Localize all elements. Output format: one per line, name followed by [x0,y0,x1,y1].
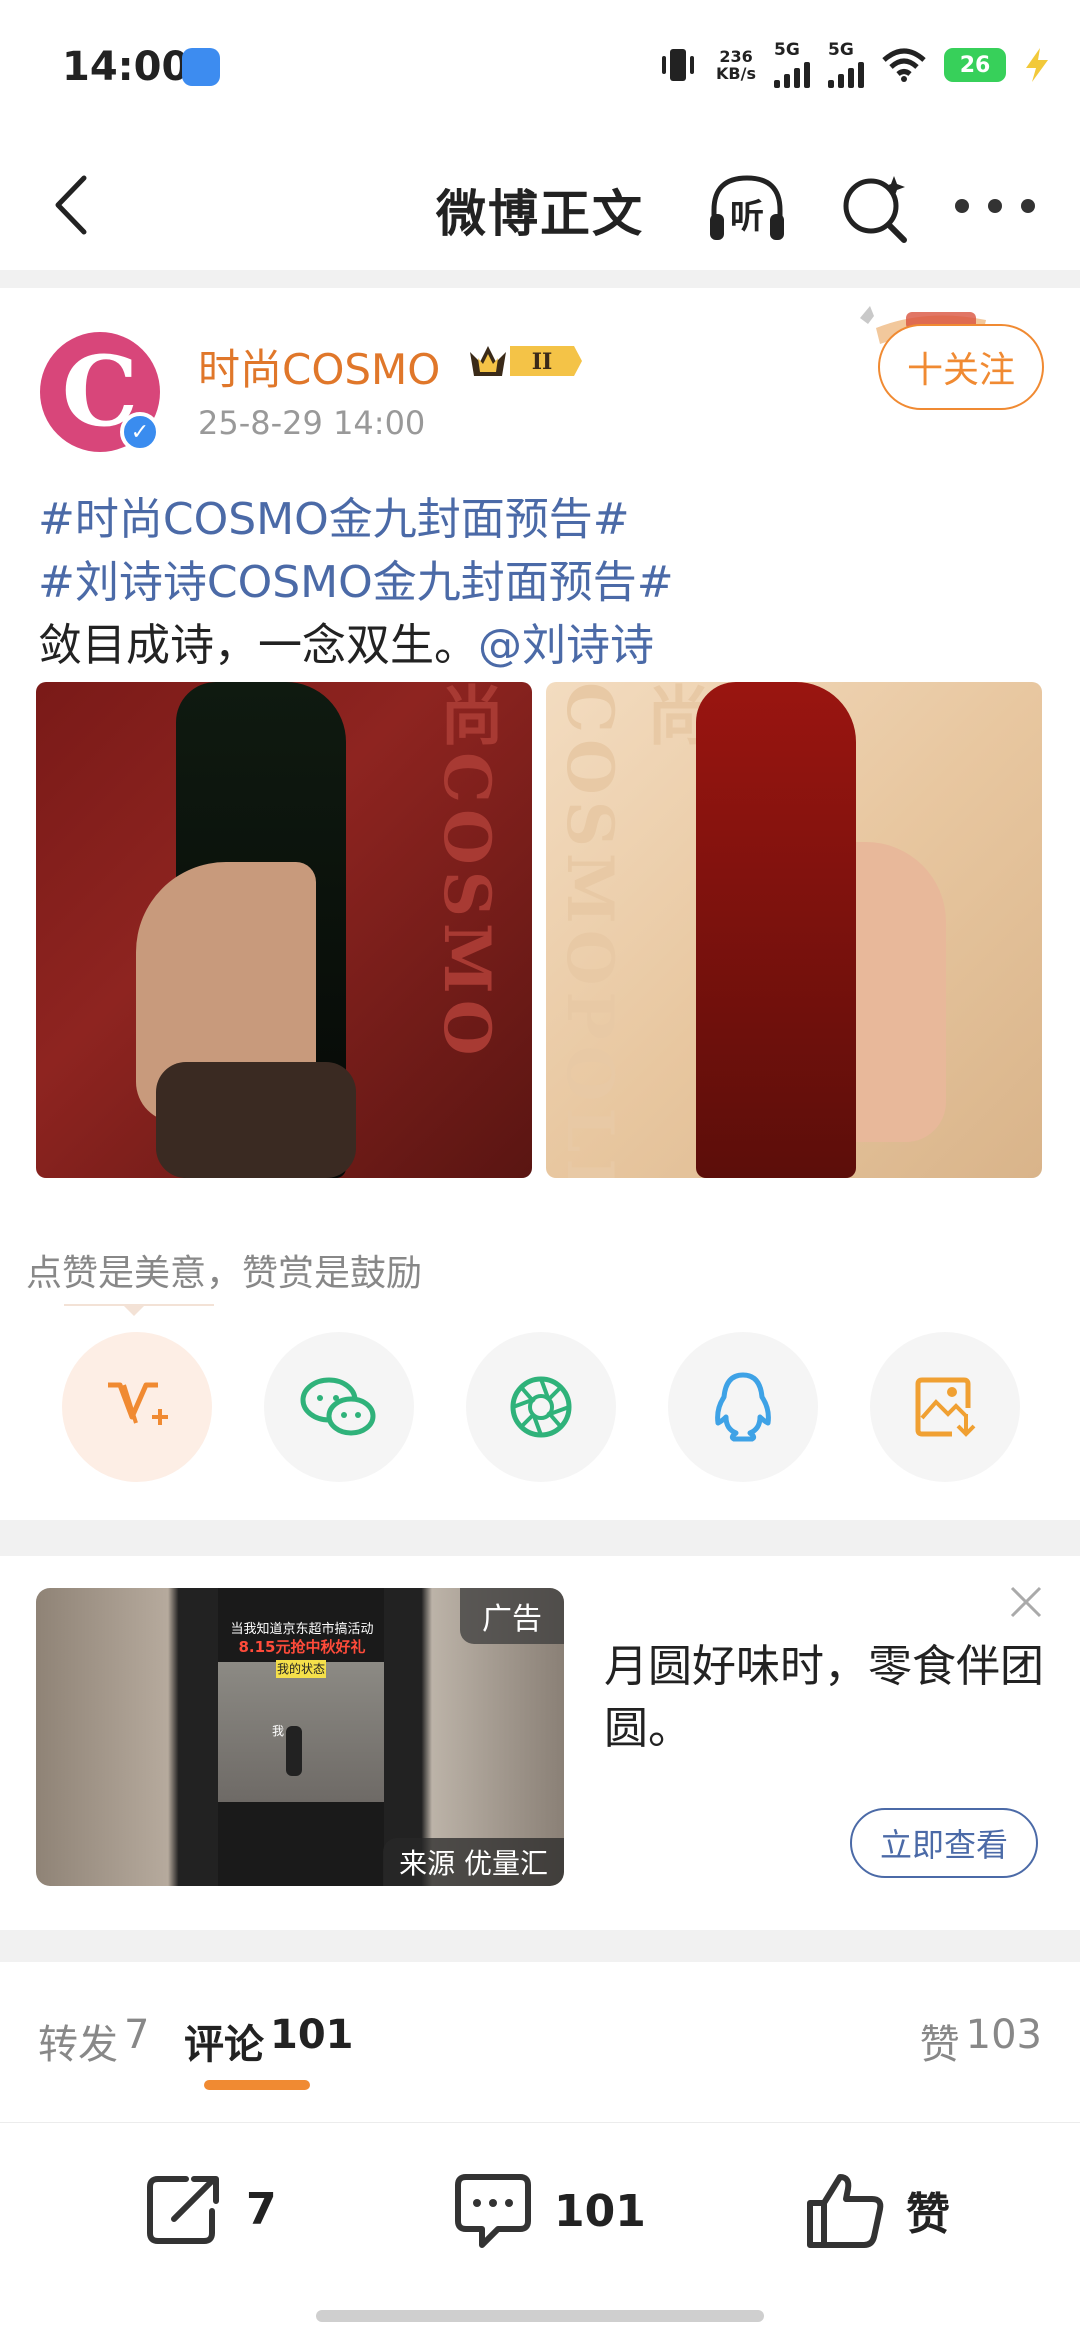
tab-comment-count: 101 [270,2012,354,2058]
search-sparkle-icon [843,176,907,243]
post-image[interactable]: 尚COSMOPOLI [546,682,1042,1178]
tab-repost-count: 7 [124,2012,150,2058]
tab-like-count: 103 [965,2012,1042,2058]
ad-video-person-label: 我 [272,1724,285,1738]
sim2-label: 5G [828,40,854,60]
post-timestamp: 25-8-29 14:00 [198,404,426,442]
divider [0,1930,1080,1962]
qq-penguin-icon [715,1372,771,1442]
ad-title[interactable]: 月圆好味时，零食伴团圆。 [604,1636,1044,1760]
sim1-signal: 5G [774,42,810,88]
like-button[interactable]: 赞 [804,2171,950,2249]
divider [0,270,1080,288]
tab-comment[interactable]: 评论 101 [184,2012,354,2070]
headphones-icon: 听 [710,175,784,240]
ad-card[interactable]: 当我知道京东超市搞活动 8.15元抢中秋好礼 我的状态 我 广告 来源 优量汇 … [0,1556,1080,1930]
image-watermark: 尚COSMO [429,682,504,1062]
tab-like-label: 赞 [919,2022,960,2068]
status-right: 236 KB/s 5G 5G 26 [658,40,1050,90]
divider [0,1520,1080,1556]
like-label: 赞 [906,2189,950,2240]
tab-comment-label: 评论 [184,2022,264,2068]
share-icon [147,2176,219,2244]
hashtag-link[interactable]: #刘诗诗COSMO金九封面预告# [38,557,674,608]
share-wechat-button[interactable] [264,1332,414,1482]
verified-badge-icon: ✓ [120,412,160,452]
ad-video-caption: 8.15元抢中秋好礼 [238,1638,366,1656]
repost-button[interactable]: 7 [144,2171,277,2247]
notification-icon [182,48,220,86]
net-speed-unit: KB/s [716,64,756,83]
ad-video-caption: 我的状态 [276,1660,326,1678]
sim1-label: 5G [774,40,800,60]
tab-like[interactable]: 赞 103 [920,2012,1042,2070]
share-qq-button[interactable] [668,1332,818,1482]
image-watermark: 尚COSMOPOLI [552,682,711,1178]
interaction-tabs: 转发 7 评论 101 赞 103 [0,1962,1080,2122]
ad-cta-button[interactable]: 立即查看 [850,1808,1038,1878]
listen-label: 听 [730,197,764,237]
post-card: C ✓ 时尚COSMO II 25-8-29 14:00 十关注 #时尚COSM… [0,288,1080,1520]
hashtag-link[interactable]: #时尚COSMO金九封面预告# [38,494,630,545]
post-body: #时尚COSMO金九封面预告# #刘诗诗COSMO金九封面预告# 敛目成诗，一念… [38,488,1048,677]
net-speed-value: 236 [719,47,753,66]
ad-video-person [286,1726,302,1776]
post-image[interactable]: 尚COSMO [36,682,532,1178]
tab-active-indicator [204,2080,310,2090]
vip-crown-icon: II [470,346,582,376]
dot-icon [988,199,1002,213]
thumbs-up-icon [807,2174,884,2248]
sim2-signal: 5G [828,42,864,88]
ad-source: 来源 优量汇 [383,1838,564,1886]
listen-button[interactable]: 听 [706,170,788,246]
author-name[interactable]: 时尚COSMO [198,336,440,397]
more-button[interactable] [955,184,1035,228]
ad-image[interactable]: 当我知道京东超市搞活动 8.15元抢中秋好礼 我的状态 我 广告 来源 优量汇 [36,1588,564,1886]
home-indicator[interactable] [316,2310,764,2322]
dot-icon [955,199,969,213]
page-title: 微博正文 [436,185,644,243]
reward-button[interactable] [62,1332,212,1482]
praise-tip: 点赞是美意，赞赏是鼓励 [26,1253,423,1294]
moments-icon [510,1376,572,1438]
ad-video-scene: 我的状态 我 [218,1660,384,1802]
comment-button[interactable]: 101 [452,2171,646,2251]
follow-button[interactable]: 十关注 [878,324,1044,410]
reward-v-icon [108,1382,168,1425]
save-image-icon [915,1377,976,1437]
status-bar: 14:00 236 KB/s 5G 5G 26 [0,0,1080,140]
repost-count: 7 [246,2183,277,2235]
image-figure [696,682,856,1178]
post-text: 敛目成诗，一念双生。 [38,620,478,671]
save-image-button[interactable] [870,1332,1020,1482]
ad-video: 当我知道京东超市搞活动 8.15元抢中秋好礼 我的状态 我 [218,1588,384,1886]
dot-icon [1021,199,1035,213]
nav-bar: 微博正文 听 [0,140,1080,270]
tab-repost[interactable]: 转发 7 [38,2012,149,2070]
mention-link[interactable]: @刘诗诗 [478,620,654,671]
image-figure [156,1062,356,1178]
close-icon[interactable] [1006,1582,1046,1622]
vibrate-icon [662,49,695,81]
tip-arrow-icon [122,1304,146,1316]
share-moments-button[interactable] [466,1332,616,1482]
vip-level: II [532,349,553,375]
ad-badge: 广告 [460,1588,564,1644]
search-button[interactable] [838,170,914,246]
wifi-icon [882,48,926,82]
comment-count: 101 [554,2185,646,2237]
tab-repost-label: 转发 [38,2022,118,2068]
comment-icon [455,2174,531,2248]
ad-video-caption: 当我知道京东超市搞活动 [230,1622,374,1637]
wechat-icon [300,1377,376,1436]
status-time: 14:00 [62,44,190,90]
net-speed: 236 KB/s [716,48,756,82]
battery-icon: 26 [944,48,1006,82]
